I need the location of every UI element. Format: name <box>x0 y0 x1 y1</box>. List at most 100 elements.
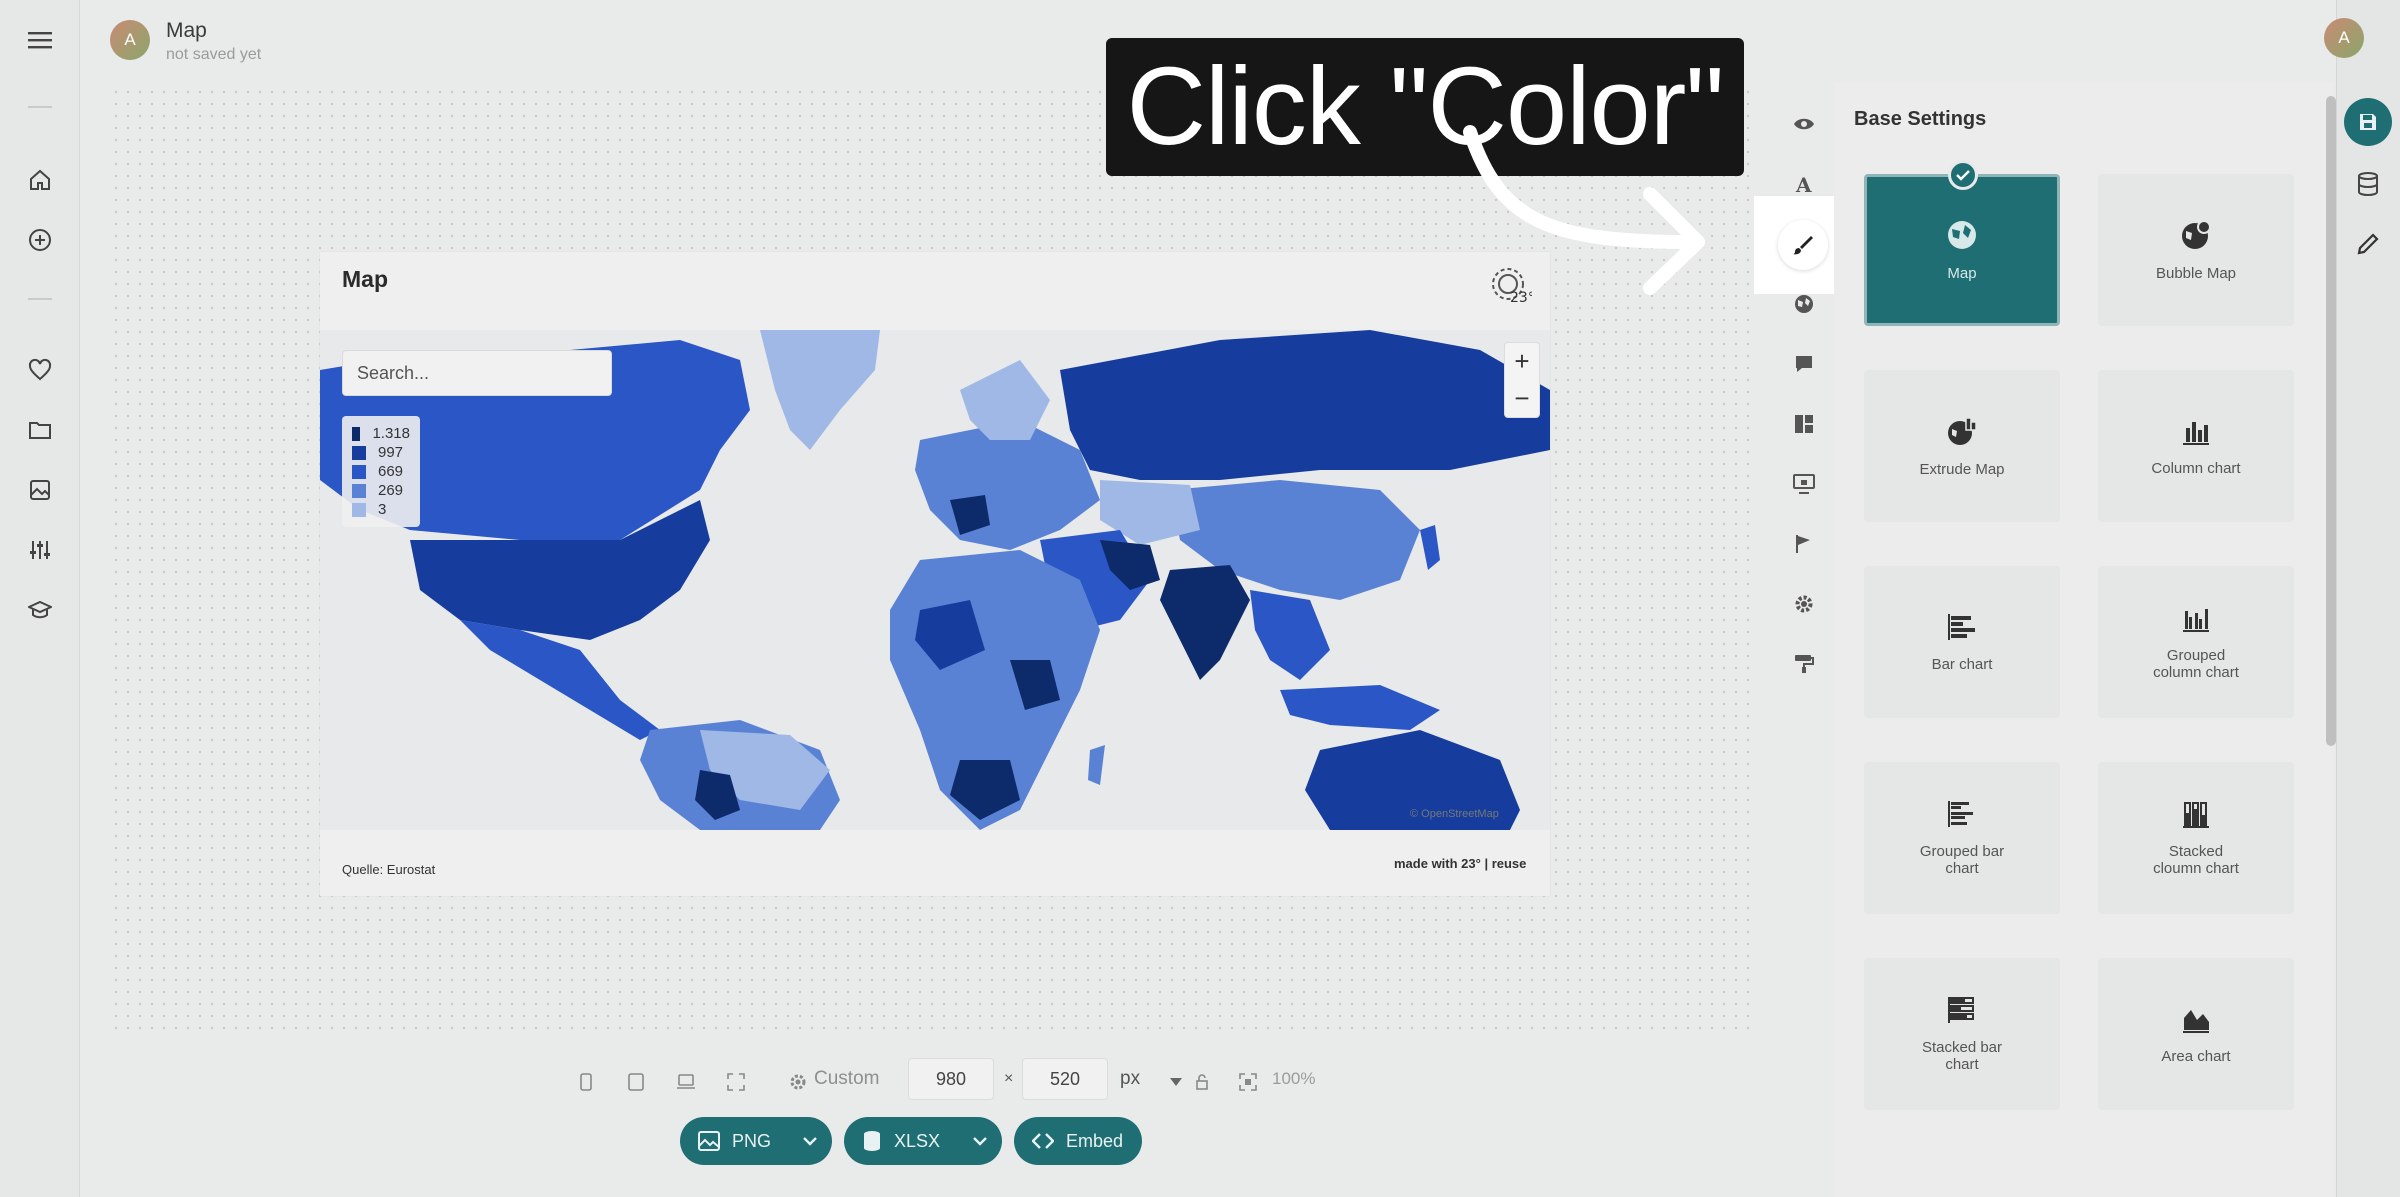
chart-type-grouped-bar-chart[interactable]: Grouped bar chart <box>1864 762 2060 914</box>
zoom-out-button[interactable]: − <box>1505 380 1539 417</box>
gear-icon[interactable] <box>786 1070 810 1094</box>
region-japan <box>1420 525 1440 570</box>
chevron-down-icon[interactable] <box>972 1131 988 1151</box>
unit-select[interactable]: px <box>1120 1068 1140 1090</box>
save-button[interactable] <box>2344 98 2392 146</box>
map-attribution[interactable]: © OpenStreetMap <box>1410 808 1499 820</box>
menu-icon[interactable] <box>20 20 60 60</box>
legend-item: 1.318 <box>352 424 410 443</box>
layout-icon[interactable] <box>1788 408 1820 440</box>
database-icon[interactable] <box>2352 168 2384 200</box>
export-png-button[interactable]: PNG <box>680 1117 832 1165</box>
legend-swatch <box>352 483 366 498</box>
database-icon <box>864 1131 880 1151</box>
export-xlsx-button[interactable]: XLSX <box>844 1117 1002 1165</box>
chart-type-column-chart[interactable]: Column chart <box>2098 370 2294 522</box>
fit-screen-icon[interactable] <box>1236 1070 1260 1094</box>
folder-icon[interactable] <box>20 410 60 450</box>
legend-item: 3 <box>352 500 410 519</box>
tutorial-arrow-icon <box>1463 125 1705 295</box>
region-scandinavia <box>960 360 1050 440</box>
gear-icon[interactable] <box>1788 588 1820 620</box>
image-icon <box>698 1131 720 1151</box>
extrude-globe-icon <box>1948 416 1977 445</box>
chart-type-extrude-map[interactable]: Extrude Map <box>1864 370 2060 522</box>
chevron-down-icon[interactable] <box>1164 1070 1188 1094</box>
legend-swatch <box>352 426 361 441</box>
avatar-initial: A <box>2338 28 2350 47</box>
tablet-preview-icon[interactable] <box>624 1070 648 1094</box>
bubble-globe-icon <box>2182 219 2211 249</box>
tile-label: Stacked bar chart <box>1921 1039 2003 1073</box>
chevron-down-icon[interactable] <box>802 1131 818 1151</box>
chart-source: Quelle: Eurostat <box>342 862 436 877</box>
left-sidebar <box>0 0 80 1197</box>
height-input[interactable]: 520 <box>1022 1058 1108 1100</box>
region-se-asia <box>1250 590 1330 680</box>
width-input[interactable]: 980 <box>908 1058 994 1100</box>
legend-item: 269 <box>352 481 410 500</box>
legend-label: 1.318 <box>372 425 410 442</box>
chart-type-stacked-column-chart[interactable]: Stacked cloumn chart <box>2098 762 2294 914</box>
region-india <box>1160 565 1250 680</box>
legend-swatch <box>352 502 366 517</box>
legend-label: 269 <box>378 482 404 499</box>
map-svg[interactable] <box>320 330 1550 830</box>
export-label: XLSX <box>894 1130 941 1151</box>
zoom-in-button[interactable]: + <box>1505 343 1539 380</box>
chart-type-bar-chart[interactable]: Bar chart <box>1864 566 2060 718</box>
tile-label: Stacked cloumn chart <box>2153 843 2239 877</box>
chart-type-grouped-column-chart[interactable]: Grouped column chart <box>2098 566 2294 718</box>
region-mexico <box>460 620 660 740</box>
flag-icon[interactable] <box>1788 528 1820 560</box>
made-with-link[interactable]: made with 23° | reuse <box>1394 856 1526 871</box>
size-preset-label[interactable]: Custom <box>814 1068 879 1090</box>
map-search-input[interactable]: Search... <box>342 350 612 396</box>
laptop-preview-icon[interactable] <box>674 1070 698 1094</box>
chart-type-area-chart[interactable]: Area chart <box>2098 958 2294 1110</box>
avatar[interactable]: A <box>110 20 150 60</box>
nav-divider <box>28 106 52 108</box>
sliders-icon[interactable] <box>20 530 60 570</box>
user-avatar[interactable]: A <box>2324 18 2364 58</box>
paint-roller-icon[interactable] <box>1788 648 1820 680</box>
legend-item: 669 <box>352 462 410 481</box>
panel-scrollbar[interactable] <box>2326 96 2336 746</box>
tile-label: Grouped column chart <box>2153 647 2239 681</box>
svg-text:A: A <box>1795 174 1812 194</box>
column-chart-icon <box>2183 421 2209 445</box>
chart-type-stacked-bar-chart[interactable]: Stacked bar chart <box>1864 958 2060 1110</box>
world-map[interactable]: Search... 1.318 997 669 269 3 + − © Open… <box>320 330 1550 830</box>
region-greenland <box>760 330 880 450</box>
grouped-bar-icon <box>1948 801 1973 827</box>
font-icon[interactable]: A <box>1788 168 1820 200</box>
grouped-column-icon <box>2183 609 2209 632</box>
chart-title: Map <box>342 266 388 292</box>
color-tool-button[interactable] <box>1778 220 1828 270</box>
legend-swatch <box>352 464 366 479</box>
nav-divider <box>28 298 52 300</box>
heart-icon[interactable] <box>20 350 60 390</box>
brush-icon <box>1793 236 1813 255</box>
fullscreen-icon[interactable] <box>724 1070 748 1094</box>
legend-label: 3 <box>378 501 387 518</box>
pencil-icon[interactable] <box>2352 228 2384 260</box>
chart-type-bubble-map[interactable]: Bubble Map <box>2098 174 2294 326</box>
globe-icon[interactable] <box>1788 288 1820 320</box>
home-icon[interactable] <box>20 160 60 200</box>
legend-label: 997 <box>378 444 404 461</box>
graduation-cap-icon[interactable] <box>20 590 60 630</box>
image-icon[interactable] <box>20 470 60 510</box>
aspect-lock-icon[interactable] <box>1190 1070 1214 1094</box>
globe-icon <box>1948 220 1976 249</box>
add-circle-icon[interactable] <box>20 220 60 260</box>
chart-type-map[interactable]: Map <box>1864 174 2060 326</box>
mobile-preview-icon[interactable] <box>574 1070 598 1094</box>
eye-icon[interactable] <box>1788 108 1820 140</box>
comment-icon[interactable] <box>1788 348 1820 380</box>
export-label: PNG <box>732 1130 772 1151</box>
project-title[interactable]: Map <box>166 19 207 43</box>
monitor-icon[interactable] <box>1788 468 1820 500</box>
times-sign: × <box>1004 1070 1014 1087</box>
embed-button[interactable]: Embed <box>1014 1117 1142 1165</box>
